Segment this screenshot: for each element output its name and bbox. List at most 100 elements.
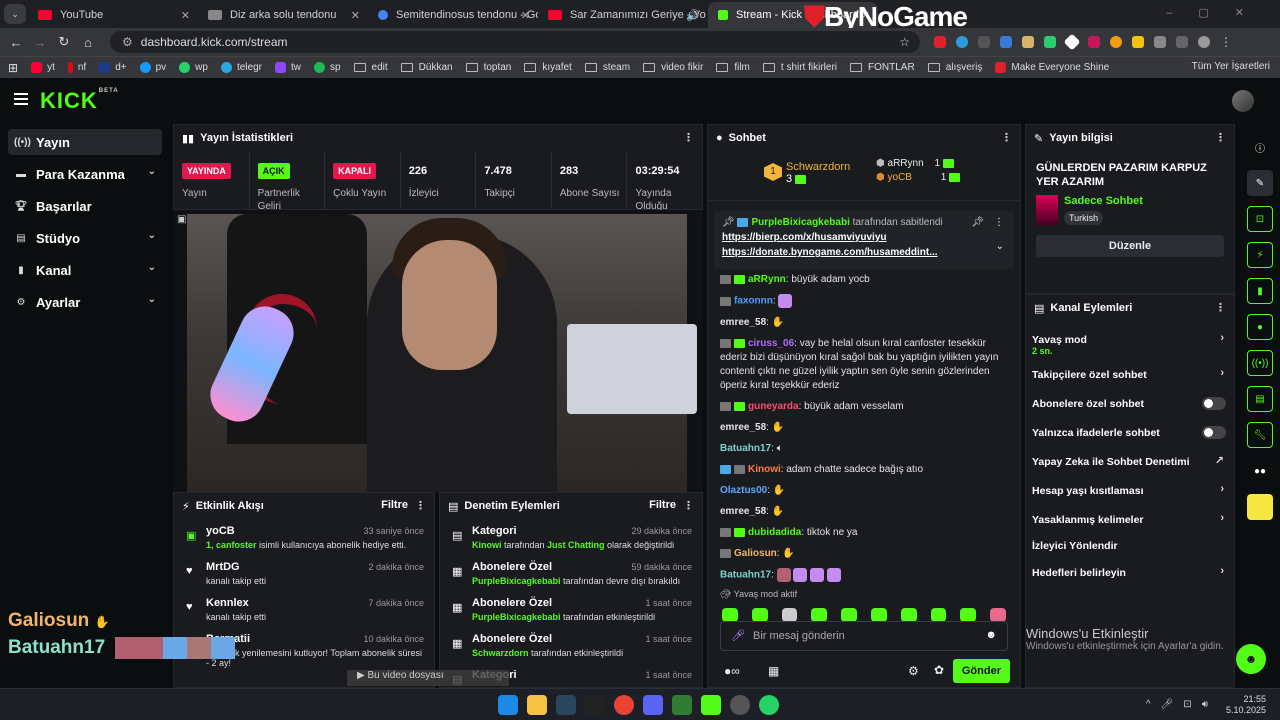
kick-logo[interactable]: KICKBETA — [40, 88, 119, 114]
sidebar-item-basarilar[interactable]: 🏆︎ Başarılar — [8, 193, 162, 219]
gear-icon[interactable]: ⚙ — [908, 664, 919, 678]
more-options-icon[interactable]: ⋮ — [683, 131, 694, 144]
event-icon[interactable] — [1247, 494, 1273, 520]
wrench-icon[interactable]: 🔧︎ — [1247, 422, 1273, 448]
menu-kebab-icon[interactable]: ⋮ — [1220, 35, 1232, 49]
apps-grid-icon[interactable]: ⊞ — [8, 61, 18, 75]
close-tab-icon[interactable]: ✕ — [181, 9, 190, 22]
bookmark-toptan[interactable]: toptan — [465, 62, 511, 73]
more-options-icon[interactable]: ⋮ — [994, 217, 1004, 228]
back-icon[interactable]: ← — [4, 35, 28, 50]
extension-icon[interactable] — [956, 36, 968, 48]
bookmark-telegr[interactable]: telegr — [220, 62, 262, 73]
more-options-icon[interactable]: ⋮ — [1215, 131, 1226, 144]
chrome-icon[interactable] — [614, 695, 634, 715]
bookmark-alisveris[interactable]: alışveriş — [927, 62, 982, 73]
extension-icon[interactable] — [1000, 36, 1012, 48]
unpin-icon[interactable]: 📌︎ — [971, 217, 984, 228]
whatsapp-icon[interactable] — [759, 695, 779, 715]
document-icon[interactable]: ▮ — [1247, 278, 1273, 304]
bookmark-kiyafet[interactable]: kıyafet — [524, 62, 572, 73]
edit-icon[interactable]: ✎ — [1247, 170, 1273, 196]
home-icon[interactable]: ⌂ — [76, 35, 100, 50]
bookmark-dplus[interactable]: d+ — [99, 62, 127, 73]
pinned-link-1[interactable]: https://bierp.com/x/husamviyuviyu — [722, 232, 1006, 243]
bookmark-star-icon[interactable]: ☆ — [899, 35, 910, 49]
chevron-down-icon[interactable]: ⌄ — [996, 241, 1004, 252]
edit-stream-info-button[interactable]: Düzenle — [1036, 235, 1224, 257]
bookmark-tshirt[interactable]: t shirt fikirleri — [762, 62, 837, 73]
lightning-icon[interactable]: ⚡ — [1247, 242, 1273, 268]
reload-icon[interactable]: ↻ — [52, 34, 76, 50]
layout-icon[interactable]: ▤ — [1247, 386, 1273, 412]
kick-app-icon[interactable] — [701, 695, 721, 715]
extension-icon[interactable] — [978, 36, 990, 48]
emote-picker-icon[interactable]: ✿ — [934, 663, 944, 677]
hamburger-menu-icon[interactable] — [14, 93, 28, 105]
window-controls[interactable]: –▢✕ — [1166, 6, 1270, 19]
sidebar-item-ayarlar[interactable]: ⚙ Ayarlar ⌄ — [8, 289, 162, 315]
xbox-icon[interactable] — [672, 695, 692, 715]
profile-icon[interactable] — [1198, 36, 1210, 48]
more-options-icon[interactable]: ⋮ — [1215, 301, 1226, 314]
emoji-icon[interactable]: ☻ — [985, 629, 997, 641]
forward-icon[interactable]: → — [28, 35, 52, 50]
bookmark-yt[interactable]: yt — [31, 62, 55, 73]
action-goals[interactable]: Hedefleri belirleyin › — [1026, 558, 1234, 587]
clock[interactable]: 21:55 5.10.2025 — [1226, 694, 1266, 716]
bookmark-tw[interactable]: tw — [274, 62, 301, 73]
bookmark-dukkan[interactable]: Dükkan — [400, 62, 453, 73]
help-chat-button[interactable]: ☻ — [1236, 644, 1266, 674]
sidebar-item-kanal[interactable]: ▮ Kanal ⌄ — [8, 257, 162, 283]
action-banned-words[interactable]: Yasaklanmış kelimeler › — [1026, 505, 1234, 534]
broadcast-icon[interactable]: ((•)) — [1247, 350, 1273, 376]
stream-preview[interactable]: ▣ — [173, 210, 703, 492]
action-ai-moderation[interactable]: Yapay Zeka ile Sohbet Denetimi ↗ — [1026, 447, 1234, 476]
sidebar-item-studyo[interactable]: ▤ Stüdyo ⌄ — [8, 225, 162, 251]
system-tray[interactable]: ^🎤︎⊡🔊︎ — [1146, 699, 1218, 710]
sidebar-item-yayin[interactable]: ((•)) Yayın — [8, 129, 162, 155]
store-icon[interactable]: ▦ — [768, 664, 779, 678]
extension-icon[interactable] — [1088, 36, 1100, 48]
clip-icon[interactable]: ⊡ — [1247, 206, 1273, 232]
send-button[interactable]: Gönder — [952, 659, 1010, 683]
bookmark-sp[interactable]: sp — [313, 62, 341, 73]
file-explorer-icon[interactable] — [527, 695, 547, 715]
browser-tab-diz[interactable]: Diz arka solu tendonu ✕ — [198, 2, 368, 28]
bookmark-pv[interactable]: pv — [139, 62, 166, 73]
extension-icon[interactable] — [1044, 36, 1056, 48]
action-slow-mode[interactable]: Yavaş mod 2 sn. › — [1026, 325, 1234, 356]
pinned-link-2[interactable]: https://donate.bynogame.com/husameddint.… — [722, 247, 1006, 258]
emotes-only-toggle[interactable] — [1202, 426, 1226, 439]
info-icon[interactable]: ⓘ — [1247, 134, 1273, 160]
bookmark-edit[interactable]: edit — [353, 62, 388, 73]
action-account-age[interactable]: Hesap yaşı kısıtlaması › — [1026, 476, 1234, 505]
users-icon[interactable]: ●∞ — [724, 664, 740, 678]
extension-icon[interactable] — [1063, 33, 1081, 51]
url-input[interactable]: ⚙ dashboard.kick.com/stream ☆ — [110, 31, 920, 53]
bookmark-steam[interactable]: steam — [584, 62, 630, 73]
bookmark-fontlar[interactable]: FONTLAR — [850, 62, 915, 73]
subscribers-only-toggle[interactable] — [1202, 397, 1226, 410]
action-host[interactable]: İzleyici Yönlendir — [1026, 534, 1234, 558]
activity-filter-button[interactable]: Filtre — [381, 499, 408, 511]
adblock-extension-icon[interactable] — [934, 36, 946, 48]
microphone-icon[interactable]: 🎤︎ — [731, 629, 745, 642]
chat-bubble-icon[interactable]: ● — [1247, 314, 1273, 340]
close-tab-icon[interactable]: ✕ — [351, 9, 360, 22]
reading-list-icon[interactable] — [1176, 36, 1188, 48]
action-followers-only[interactable]: Takipçilere özel sohbet › — [1026, 360, 1234, 389]
tab-search-button[interactable]: ⌄ — [4, 4, 26, 24]
more-options-icon[interactable]: ⋮ — [683, 499, 694, 512]
audio-icon[interactable]: 🔊 — [686, 9, 700, 22]
bookmark-wp[interactable]: wp — [179, 62, 208, 73]
bookmark-make-everyone-shine[interactable]: Make Everyone Shine — [995, 62, 1109, 73]
browser-tab-music[interactable]: Sar Zamanımızı Geriye - Yo 🔊 — [538, 2, 708, 28]
bookmark-nf[interactable]: nf — [67, 62, 86, 73]
chat-input[interactable]: 🎤︎ Bir mesaj gönderin ☻ — [720, 621, 1008, 651]
site-info-icon[interactable]: ⚙ — [122, 35, 133, 49]
sidebar-item-para-kazanma[interactable]: ▬ Para Kazanma ⌄ — [8, 161, 162, 187]
extension-icon[interactable] — [1022, 36, 1034, 48]
user-avatar[interactable] — [1232, 90, 1254, 112]
app-icon[interactable] — [585, 695, 605, 715]
